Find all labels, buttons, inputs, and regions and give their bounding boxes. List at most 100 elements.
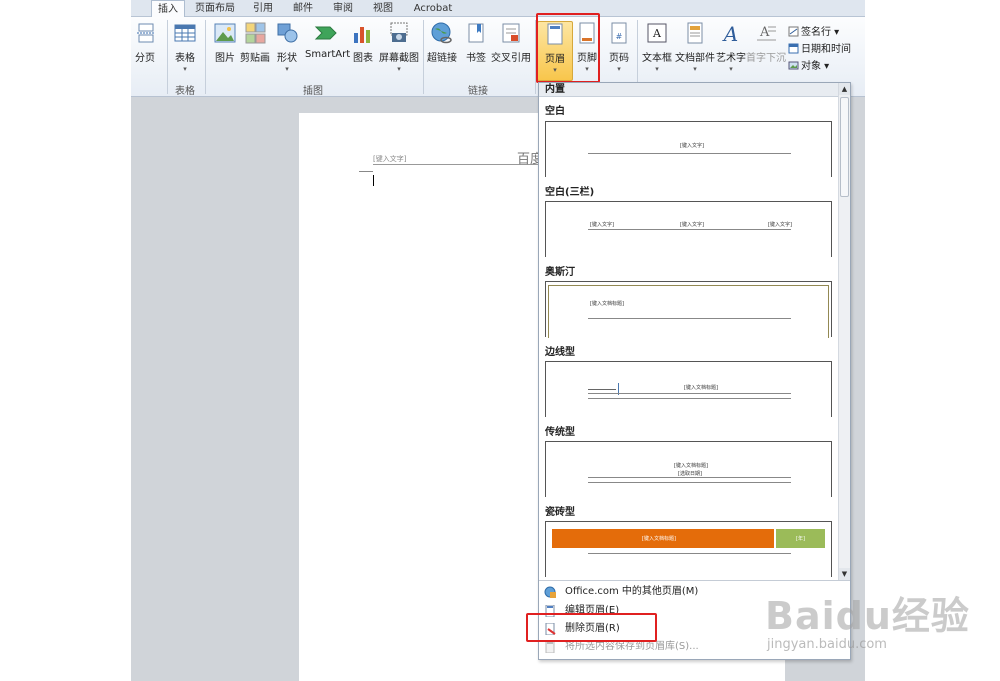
signature-line-button[interactable]: 签名行 ▾ <box>788 23 839 38</box>
scrollbar-thumb[interactable] <box>840 97 849 197</box>
table-button[interactable]: 表格 ▾ <box>167 21 203 73</box>
page-number-button[interactable]: # 页码 ▾ <box>601 21 637 73</box>
smartart-icon <box>314 21 338 45</box>
chart-icon <box>351 21 375 45</box>
page-break-button[interactable]: 分页 <box>131 21 163 64</box>
template-thumb-line <box>588 153 791 154</box>
template-austin[interactable]: [键入文档标题] <box>545 281 832 338</box>
bookmark-label: 书签 <box>466 53 486 64</box>
template-title-austin: 奥斯汀 <box>545 267 575 278</box>
margin-marker <box>359 171 373 172</box>
hyperlink-button[interactable]: 超链接 <box>423 21 461 64</box>
template-thumb-text: [选取日期] <box>678 471 702 477</box>
screenshot-label: 屏幕截图 <box>379 53 419 64</box>
cross-reference-label: 交叉引用 <box>491 53 531 64</box>
scroll-down-icon[interactable]: ▼ <box>839 568 850 580</box>
bookmark-icon <box>464 21 488 45</box>
template-thumb-text: [键入文档标题] <box>674 463 708 469</box>
template-thumb-text: [键入文字] <box>680 222 704 228</box>
remove-header-highlight-box <box>526 613 657 642</box>
tab-page-layout[interactable]: 页面布局 <box>191 0 239 17</box>
header-footer-highlight-box <box>536 13 600 83</box>
shapes-icon <box>275 21 299 45</box>
object-icon <box>788 60 799 71</box>
textbox-button[interactable]: A 文本框 ▾ <box>638 21 676 73</box>
group-label-illustrations: 插图 <box>303 86 323 97</box>
template-thumb-line <box>588 229 791 230</box>
date-time-label: 日期和时间 <box>801 44 851 55</box>
gallery-section-builtin: 内置 <box>539 83 838 97</box>
picture-icon <box>213 21 237 45</box>
template-thumb-text: [键入文档标题] <box>590 301 624 307</box>
clipart-label: 剪贴画 <box>240 53 270 64</box>
page-number-label: 页码 <box>609 53 629 64</box>
shapes-button[interactable]: 形状 ▾ <box>269 21 305 73</box>
tab-mailings[interactable]: 邮件 <box>289 0 317 17</box>
quick-parts-icon <box>683 21 707 45</box>
template-thumb-line <box>588 477 791 478</box>
template-tiles[interactable]: [键入文档标题] [年] <box>545 521 832 577</box>
template-thumb-line <box>588 398 791 399</box>
shapes-label: 形状 <box>277 53 297 64</box>
page-number-dropdown-arrow: ▾ <box>617 65 621 73</box>
template-thumb-line <box>588 553 791 554</box>
template-thumb-line <box>588 318 791 319</box>
group-label-links: 链接 <box>468 86 488 97</box>
shapes-dropdown-arrow: ▾ <box>285 65 289 73</box>
template-sideline[interactable]: [键入文档标题] <box>545 361 832 417</box>
watermark-url: jingyan.baidu.com <box>767 637 887 652</box>
header-placeholder-text[interactable]: [键入文字] <box>373 154 406 164</box>
table-icon <box>173 21 197 45</box>
table-label: 表格 <box>175 53 195 64</box>
cross-reference-icon <box>499 21 523 45</box>
template-thumb-text: [键入文字] <box>768 222 792 228</box>
quick-parts-label: 文档部件 <box>675 53 715 64</box>
svg-text:#: # <box>616 32 623 41</box>
bookmark-button[interactable]: 书签 <box>458 21 494 64</box>
template-thumb-frame <box>548 285 829 338</box>
tab-acrobat[interactable]: Acrobat <box>411 0 455 17</box>
textbox-label: 文本框 <box>642 53 672 64</box>
svg-text:A: A <box>652 27 662 40</box>
template-blank[interactable]: [键入文字] <box>545 121 832 177</box>
signature-line-icon <box>788 26 799 37</box>
template-thumb-text: [键入文档标题] <box>684 385 718 391</box>
menu-item-label: 将所选内容保存到页眉库(S)... <box>565 641 699 652</box>
wordart-button[interactable]: A 艺术字 ▾ <box>713 21 749 73</box>
gallery-scrollbar[interactable]: ▲ ▼ <box>838 83 850 580</box>
template-thumb-line <box>588 389 616 390</box>
menu-separator <box>539 580 850 581</box>
quick-parts-dropdown-arrow: ▾ <box>693 65 697 73</box>
svg-text:A: A <box>722 22 738 45</box>
clipart-button[interactable]: 剪贴画 <box>237 21 273 64</box>
template-traditional[interactable]: [键入文档标题] [选取日期] <box>545 441 832 497</box>
smartart-label: SmartArt <box>305 49 351 60</box>
template-title-traditional: 传统型 <box>545 427 575 438</box>
date-time-button[interactable]: 日期和时间 <box>788 40 851 55</box>
watermark-brand: Baidu经验 <box>765 594 970 638</box>
table-dropdown-arrow: ▾ <box>183 65 187 73</box>
scroll-up-icon[interactable]: ▲ <box>839 83 850 95</box>
template-thumb-text: [键入文字] <box>680 143 704 149</box>
screenshot-dropdown-arrow: ▾ <box>397 65 401 73</box>
tab-insert[interactable]: 插入 <box>151 0 185 18</box>
object-label: 对象 ▾ <box>801 61 830 72</box>
template-thumb-line <box>588 393 791 394</box>
tab-view[interactable]: 视图 <box>369 0 397 17</box>
tab-review[interactable]: 审阅 <box>329 0 357 17</box>
wordart-dropdown-arrow: ▾ <box>729 65 733 73</box>
template-title-blank: 空白 <box>545 106 565 117</box>
screenshot-button[interactable]: 屏幕截图 ▾ <box>379 21 419 73</box>
object-button[interactable]: 对象 ▾ <box>788 57 829 72</box>
tab-references[interactable]: 引用 <box>249 0 277 17</box>
menu-item-label: Office.com 中的其他页眉(M) <box>565 586 699 597</box>
cross-reference-button[interactable]: 交叉引用 <box>491 21 531 64</box>
text-cursor <box>373 175 374 186</box>
quick-parts-button[interactable]: 文档部件 ▾ <box>674 21 716 73</box>
signature-line-label: 签名行 ▾ <box>801 27 840 38</box>
drop-cap-button[interactable]: A 首字下沉 <box>745 21 787 64</box>
template-blank-three-column[interactable]: [键入文字] [键入文字] [键入文字] <box>545 201 832 257</box>
smartart-button[interactable]: SmartArt <box>305 21 351 60</box>
chart-button[interactable]: 图表 <box>345 21 381 64</box>
template-thumb-line <box>588 482 791 483</box>
